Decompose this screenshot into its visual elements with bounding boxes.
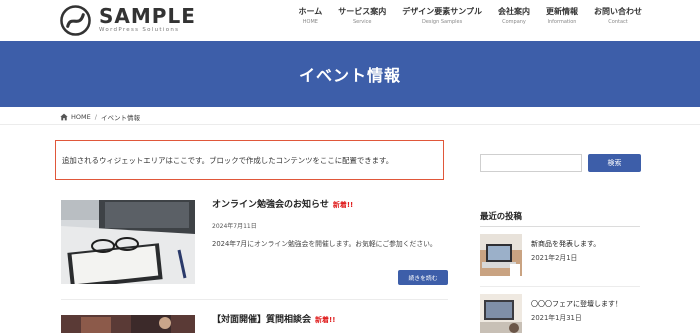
recent-post-title: 〇〇〇フェアに登壇します！	[531, 300, 622, 308]
nav-item-company[interactable]: 会社案内 Company	[498, 8, 530, 25]
new-badge: 新着!!	[332, 201, 354, 209]
post-thumbnail-image	[61, 315, 195, 333]
nav-item-home[interactable]: ホーム HOME	[298, 8, 322, 25]
recent-post-item[interactable]: 〇〇〇フェアに登壇します！ 2021年1月31日	[480, 294, 640, 333]
search-button[interactable]: 検索	[588, 154, 641, 172]
site-logo[interactable]: SAMPLE WordPress Solutions	[60, 3, 196, 37]
global-nav: ホーム HOME サービス案内 Service デザイン要素サンプル Desig…	[282, 8, 642, 25]
breadcrumb: HOME / イベント情報	[60, 112, 140, 122]
nav-item-sublabel: Contact	[608, 19, 628, 25]
nav-item-sublabel: Information	[547, 19, 577, 25]
nav-item-contact[interactable]: お問い合わせ Contact	[594, 8, 642, 25]
recent-post-item[interactable]: 新商品を発表します。 2021年2月1日	[480, 234, 640, 278]
post-title[interactable]: 【対面開催】質問相談会 新着!!	[212, 315, 448, 326]
nav-item-sublabel: Company	[502, 19, 526, 25]
nav-item-service[interactable]: サービス案内 Service	[338, 8, 386, 25]
post-card: 【対面開催】質問相談会 新着!!	[61, 315, 448, 333]
breadcrumb-separator: /	[94, 113, 97, 121]
recent-post-thumbnail	[480, 234, 522, 276]
logo-subtitle: WordPress Solutions	[99, 27, 180, 34]
post-divider	[61, 299, 448, 300]
post-date: 2024年7月11日	[212, 222, 257, 230]
widget-area-notice: 追加されるウィジェットエリアはここです。ブロックで作成したコンテンツをここに配置…	[55, 140, 444, 180]
post-title-text: 【対面開催】質問相談会	[212, 315, 312, 325]
logo-title: SAMPLE	[99, 4, 196, 29]
post-title[interactable]: オンライン勉強会のお知らせ 新着!!	[212, 200, 448, 211]
recent-post-divider	[480, 286, 640, 287]
recent-posts-heading: 最近の投稿	[480, 211, 522, 221]
home-icon	[60, 113, 68, 121]
post-excerpt: 2024年7月にオンライン勉強会を開催します。お気軽にご参加ください。	[212, 239, 437, 248]
recent-post-date: 2021年2月1日	[531, 254, 578, 262]
nav-item-label: デザイン要素サンプル	[402, 7, 482, 16]
nav-item-design-samples[interactable]: デザイン要素サンプル Design Samples	[402, 8, 482, 25]
nav-item-label: 更新情報	[546, 7, 578, 16]
nav-item-sublabel: HOME	[302, 19, 318, 25]
nav-item-label: ホーム	[298, 7, 323, 16]
page-title: イベント情報	[298, 66, 401, 85]
post-body: 【対面開催】質問相談会 新着!!	[212, 315, 448, 326]
post-thumbnail[interactable]	[61, 200, 195, 284]
new-badge: 新着!!	[315, 316, 336, 324]
read-more-button[interactable]: 続きを読む	[398, 270, 448, 285]
breadcrumb-home-link[interactable]: HOME	[71, 113, 91, 121]
post-thumbnail-image	[61, 200, 195, 284]
breadcrumb-current: イベント情報	[100, 114, 140, 122]
recent-post-thumbnail	[480, 294, 522, 333]
widget-area-text: 追加されるウィジェットエリアはここです。ブロックで作成したコンテンツをここに配置…	[62, 155, 394, 165]
post-card: オンライン勉強会のお知らせ 新着!! 2024年7月11日 2024年7月にオンラ…	[61, 200, 448, 292]
nav-item-sublabel: Service	[352, 19, 372, 25]
post-body: オンライン勉強会のお知らせ 新着!! 2024年7月11日 2024年7月にオンラ…	[212, 200, 448, 250]
page-hero: イベント情報	[0, 41, 700, 107]
recent-posts-heading-underline	[480, 226, 640, 227]
search-input[interactable]	[480, 154, 582, 172]
breadcrumb-divider	[0, 124, 700, 125]
recent-post-title: 新商品を発表します。	[531, 240, 601, 248]
nav-item-label: サービス案内	[338, 7, 387, 16]
nav-item-information[interactable]: 更新情報 Information	[546, 8, 578, 25]
recent-post-date: 2021年1月31日	[531, 314, 582, 322]
nav-item-label: お問い合わせ	[594, 7, 642, 16]
site-header: SAMPLE WordPress Solutions ホーム HOME サービス…	[0, 0, 700, 41]
recent-post-image	[480, 294, 522, 333]
post-thumbnail[interactable]	[61, 315, 195, 333]
logo-icon	[60, 4, 91, 36]
post-title-text: オンライン勉強会のお知らせ	[212, 200, 329, 210]
recent-post-image	[480, 234, 522, 276]
nav-item-sublabel: Design Samples	[422, 19, 463, 25]
nav-item-label: 会社案内	[498, 7, 530, 16]
